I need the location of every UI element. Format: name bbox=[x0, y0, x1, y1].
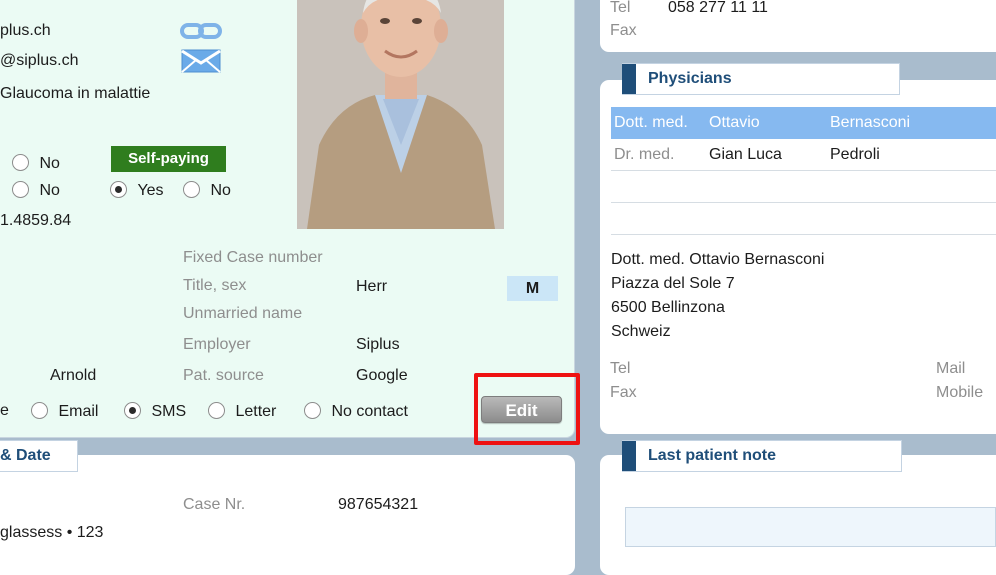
email-text[interactable]: @siplus.ch bbox=[0, 52, 79, 70]
tab-accent-bar bbox=[622, 441, 636, 471]
physician-address-line2: Piazza del Sole 7 bbox=[611, 275, 735, 292]
mail-icon[interactable] bbox=[181, 49, 221, 73]
unmarried-name-label: Unmarried name bbox=[183, 305, 303, 322]
tel-label: Tel bbox=[610, 0, 631, 16]
contact-panel bbox=[600, 0, 996, 52]
physician-row-empty[interactable] bbox=[611, 171, 996, 203]
case-date-header: & Date bbox=[0, 447, 51, 464]
case-nr-label: Case Nr. bbox=[183, 496, 246, 513]
portrait-image bbox=[297, 0, 504, 229]
tel-value[interactable]: 058 277 11 11 bbox=[668, 0, 768, 17]
edit-highlight-box bbox=[474, 373, 580, 445]
radio-icon[interactable] bbox=[304, 402, 321, 419]
sex-badge: M bbox=[507, 276, 558, 301]
physician-row-empty[interactable] bbox=[611, 203, 996, 235]
insured-no-option[interactable]: No bbox=[12, 154, 60, 173]
radio-icon[interactable] bbox=[183, 181, 200, 198]
physician-row[interactable]: Dott. med. Ottavio Bernasconi bbox=[611, 107, 996, 139]
physicians-table: Dott. med. Ottavio Bernasconi Dr. med. G… bbox=[611, 107, 996, 235]
insured-no-label: No bbox=[39, 155, 60, 172]
tab-accent-bar bbox=[622, 64, 636, 94]
physician-title: Dr. med. bbox=[614, 145, 675, 163]
self-paying-no-option[interactable]: No bbox=[183, 181, 231, 200]
physician-first-name: Ottavio bbox=[709, 114, 760, 131]
radio-selected-icon[interactable] bbox=[124, 402, 141, 419]
physician-title: Dott. med. bbox=[614, 114, 688, 131]
radio-icon[interactable] bbox=[208, 402, 225, 419]
physician-last-name: Bernasconi bbox=[830, 114, 911, 131]
contact-none-label: No contact bbox=[331, 403, 408, 420]
option-no[interactable]: No bbox=[12, 181, 60, 200]
patient-source-value: Google bbox=[356, 367, 408, 384]
self-paying-yes-label: Yes bbox=[137, 182, 164, 199]
radio-selected-icon[interactable] bbox=[110, 181, 127, 198]
physician-mail-label: Mail bbox=[936, 360, 966, 377]
case-date-tab: & Date bbox=[0, 440, 78, 472]
patient-source-label: Pat. source bbox=[183, 367, 264, 384]
option-no-label: No bbox=[39, 182, 60, 199]
case-item-text: glassess • 123 bbox=[0, 524, 104, 541]
contact-letter-label: Letter bbox=[235, 403, 277, 420]
diagnosis-text: Glaucoma in malattie bbox=[0, 85, 151, 102]
contact-partial-label: e bbox=[0, 402, 9, 419]
employer-value: Siplus bbox=[356, 336, 400, 353]
physician-last-name: Pedroli bbox=[830, 145, 880, 163]
fixed-case-label: Fixed Case number bbox=[183, 249, 323, 266]
physician-mobile-label: Mobile bbox=[936, 384, 984, 401]
title-sex-label: Title, sex bbox=[183, 277, 247, 294]
radio-icon[interactable] bbox=[31, 402, 48, 419]
physician-address-line3: 6500 Bellinzona bbox=[611, 299, 725, 316]
contact-letter-option[interactable]: Letter bbox=[208, 402, 276, 421]
contact-email-option[interactable]: Email bbox=[31, 402, 98, 421]
physician-address-line4: Schweiz bbox=[611, 323, 671, 340]
link-icon[interactable] bbox=[180, 22, 222, 40]
case-nr-value: 987654321 bbox=[338, 496, 419, 513]
case-panel bbox=[0, 455, 575, 575]
physician-tel-label: Tel bbox=[610, 360, 631, 377]
contact-sms-label: SMS bbox=[151, 403, 187, 420]
self-paying-no-label: No bbox=[210, 182, 231, 199]
contact-sms-option[interactable]: SMS bbox=[124, 402, 186, 421]
note-text-area[interactable] bbox=[625, 507, 996, 547]
self-paying-yes-option[interactable]: Yes bbox=[110, 181, 164, 200]
website-text[interactable]: plus.ch bbox=[0, 22, 51, 40]
patient-photo bbox=[297, 0, 504, 229]
first-name-value: Arnold bbox=[50, 367, 97, 384]
note-tab: Last patient note bbox=[622, 440, 902, 472]
contact-email-label: Email bbox=[58, 403, 99, 420]
physician-fax-label: Fax bbox=[610, 384, 637, 401]
radio-icon[interactable] bbox=[12, 181, 29, 198]
contact-none-option[interactable]: No contact bbox=[304, 402, 408, 421]
note-header: Last patient note bbox=[648, 447, 777, 464]
insurance-number: 1.4859.84 bbox=[0, 212, 72, 229]
physicians-header: Physicians bbox=[648, 70, 732, 87]
fax-label: Fax bbox=[610, 22, 637, 39]
physician-address-line1: Dott. med. Ottavio Bernasconi bbox=[611, 251, 825, 268]
physicians-tab: Physicians bbox=[622, 63, 900, 95]
physician-first-name: Gian Luca bbox=[709, 145, 782, 163]
title-value: Herr bbox=[356, 278, 388, 295]
radio-icon[interactable] bbox=[12, 154, 29, 171]
self-paying-badge: Self-paying bbox=[111, 146, 226, 172]
employer-label: Employer bbox=[183, 336, 251, 353]
physician-row[interactable]: Dr. med. Gian Luca Pedroli bbox=[611, 139, 996, 171]
